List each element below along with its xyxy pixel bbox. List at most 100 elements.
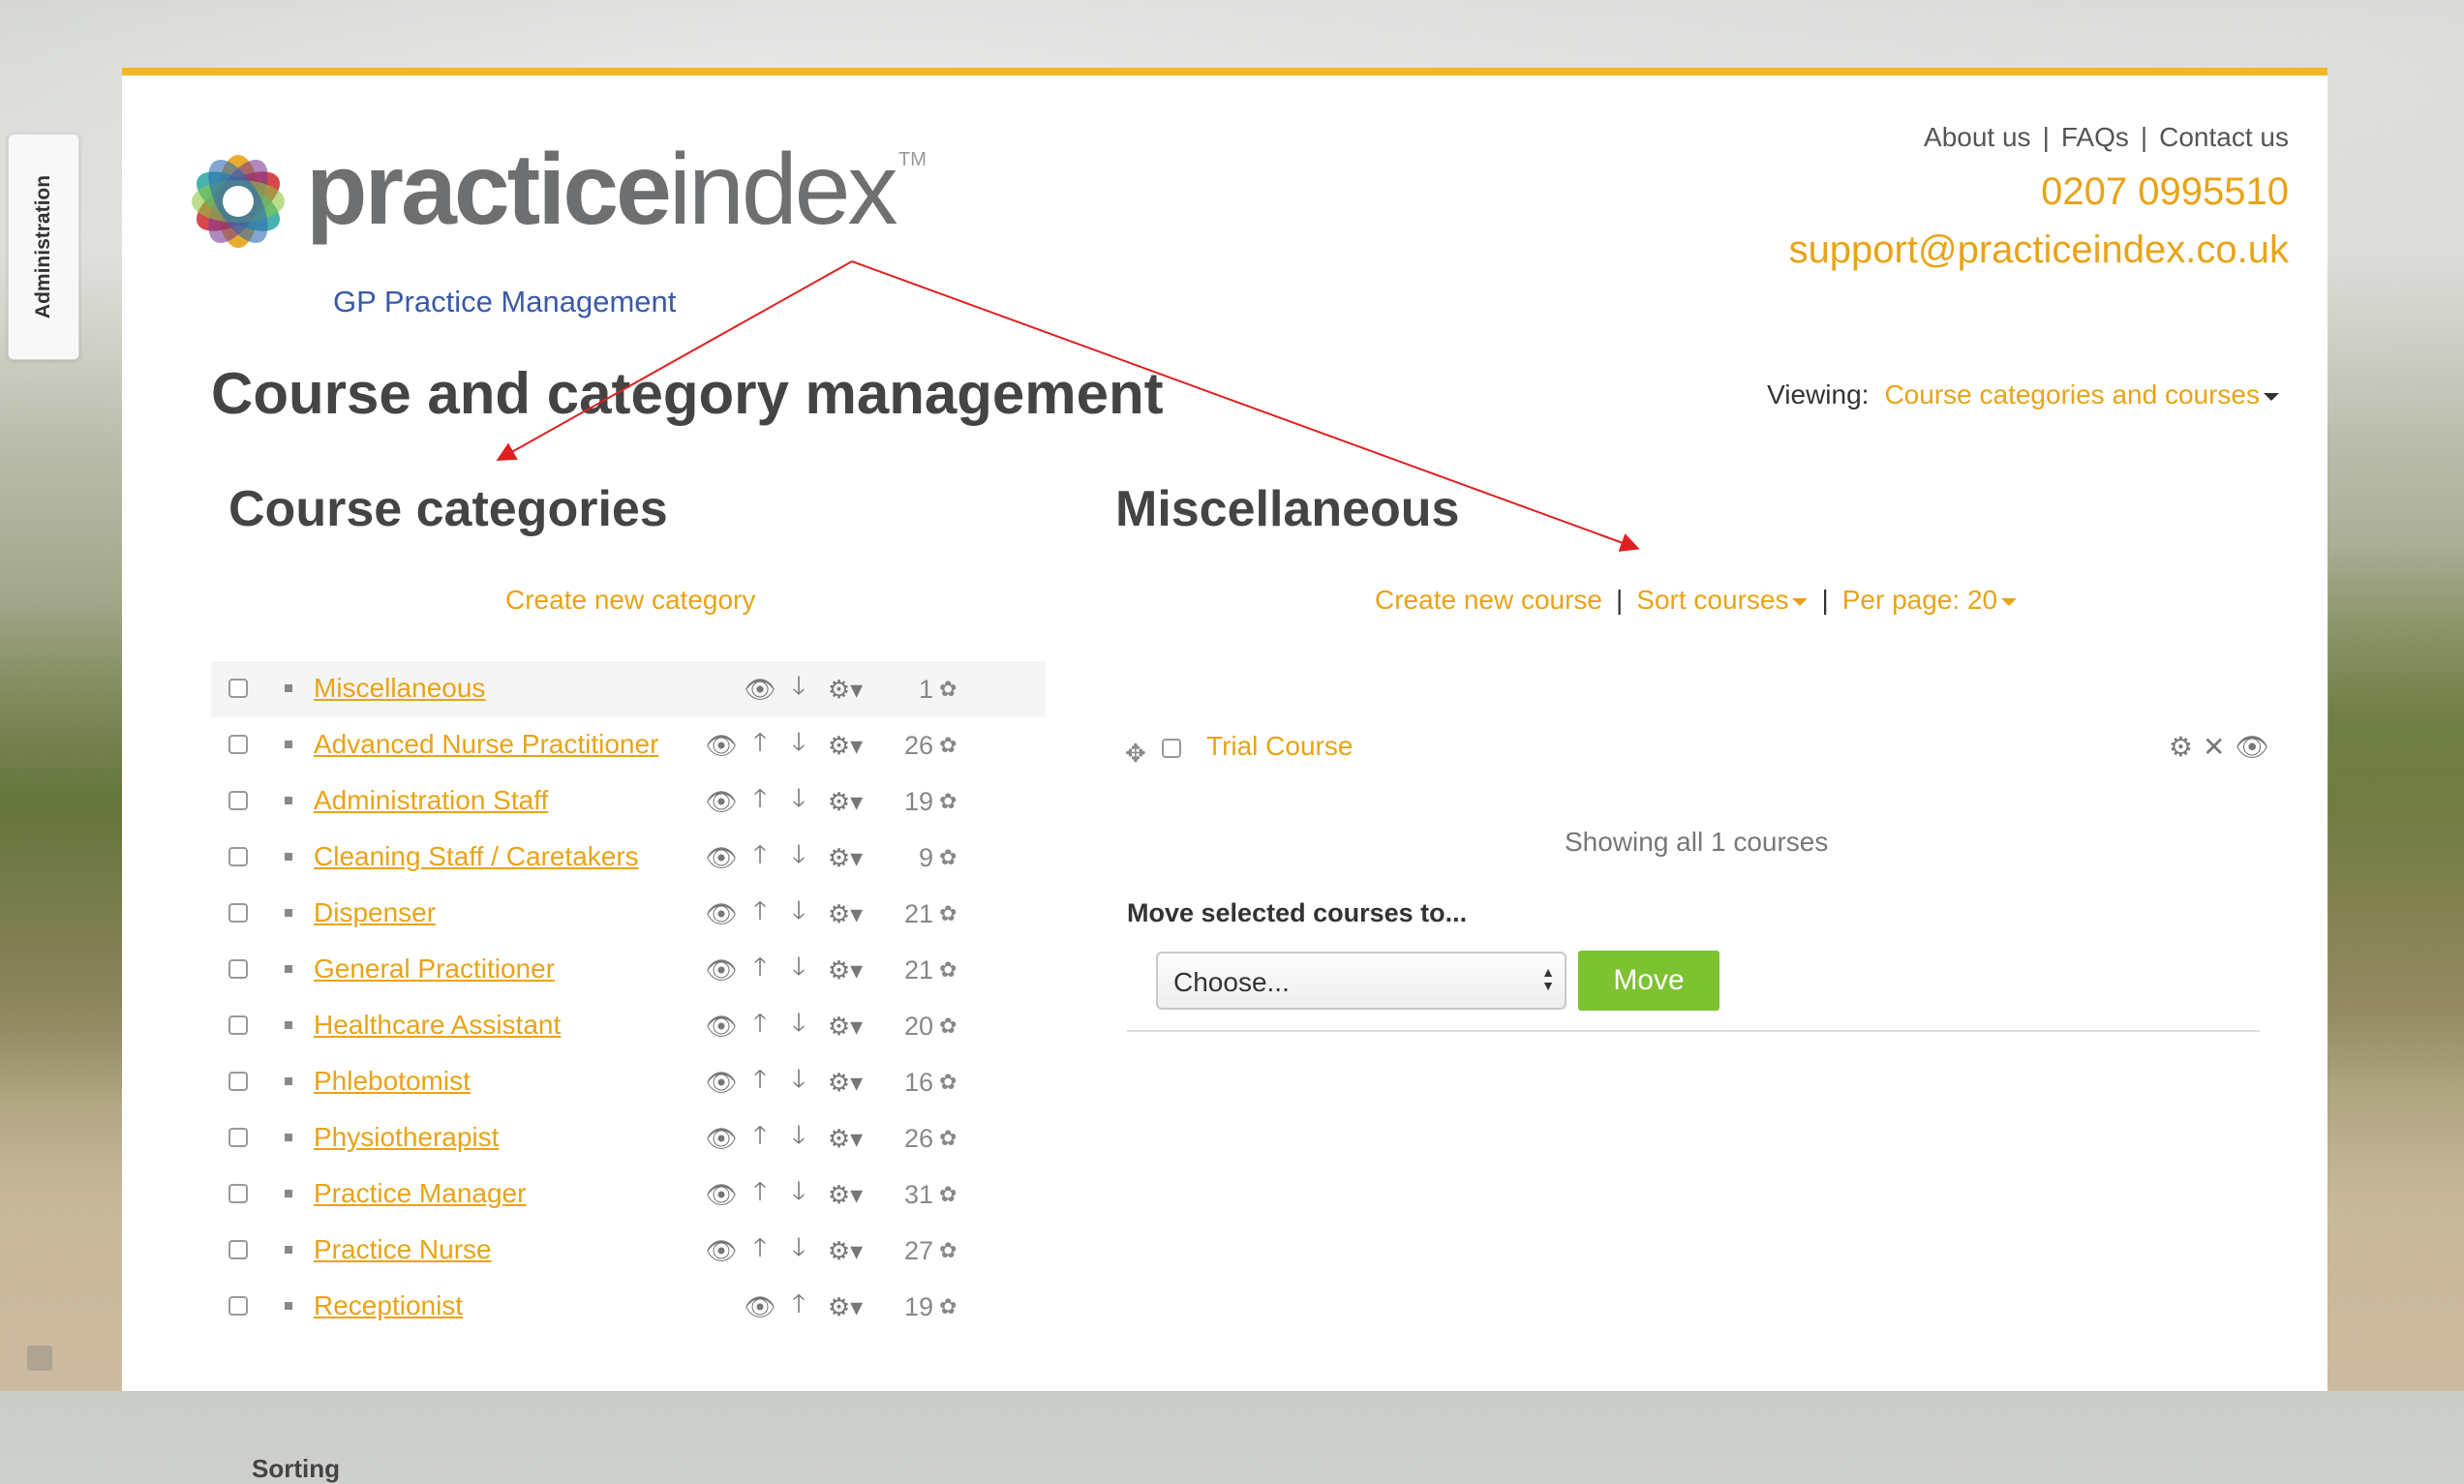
create-course-link[interactable]: Create new course: [1375, 585, 1602, 615]
eye-icon[interactable]: 👁: [706, 1068, 738, 1097]
arrow-down-icon[interactable]: 🡓: [784, 671, 813, 704]
category-checkbox[interactable]: [228, 791, 248, 810]
eye-icon[interactable]: 👁: [745, 1292, 776, 1321]
per-page-dropdown[interactable]: Per page: 20: [1842, 585, 2018, 615]
arrow-down-icon[interactable]: 🡓: [784, 1176, 813, 1209]
about-us-link[interactable]: About us: [1924, 122, 2031, 152]
category-link[interactable]: General Practitioner: [314, 954, 555, 984]
create-category-link[interactable]: Create new category: [505, 585, 755, 616]
eye-icon[interactable]: 👁: [706, 843, 738, 872]
gear-icon[interactable]: ⚙: [2169, 732, 2203, 762]
arrow-up-icon[interactable]: 🡑: [745, 895, 775, 928]
arrow-down-icon[interactable]: 🡓: [784, 1008, 813, 1041]
arrow-up-icon[interactable]: 🡑: [745, 1064, 775, 1097]
delete-icon[interactable]: ✕: [2203, 732, 2235, 762]
cohort-icon[interactable]: ✿: [939, 1182, 964, 1207]
move-category-select[interactable]: Choose... ▲ ▼: [1156, 952, 1567, 1010]
category-link[interactable]: Healthcare Assistant: [314, 1010, 561, 1041]
arrow-up-icon[interactable]: 🡑: [745, 1232, 775, 1265]
category-checkbox[interactable]: [228, 903, 248, 923]
gear-menu-icon[interactable]: ⚙▾: [823, 1292, 867, 1321]
dock-icon[interactable]: [27, 1346, 52, 1371]
arrow-down-icon[interactable]: 🡓: [784, 839, 813, 872]
move-button[interactable]: Move: [1578, 951, 1719, 1011]
eye-icon[interactable]: 👁: [706, 955, 738, 984]
gear-menu-icon[interactable]: ⚙▾: [823, 731, 867, 760]
arrow-down-icon[interactable]: 🡓: [784, 727, 813, 760]
cohort-icon[interactable]: ✿: [939, 1126, 964, 1151]
gear-menu-icon[interactable]: ⚙▾: [823, 787, 867, 816]
category-checkbox[interactable]: [228, 1296, 248, 1316]
arrow-up-icon[interactable]: 🡑: [745, 1176, 775, 1209]
cohort-icon[interactable]: ✿: [939, 789, 964, 814]
support-email-link[interactable]: support@practiceindex.co.uk: [1789, 228, 2289, 272]
practiceindex-logo[interactable]: practiceindex TM GP Practice Management: [170, 132, 945, 318]
gear-menu-icon[interactable]: ⚙▾: [823, 1068, 867, 1097]
category-checkbox[interactable]: [228, 679, 248, 698]
category-checkbox[interactable]: [228, 1015, 248, 1035]
gear-menu-icon[interactable]: ⚙▾: [823, 675, 867, 704]
category-link[interactable]: Advanced Nurse Practitioner: [314, 729, 658, 760]
eye-icon[interactable]: 👁: [706, 1180, 738, 1209]
category-link[interactable]: Receptionist: [314, 1290, 463, 1321]
category-checkbox[interactable]: [228, 959, 248, 979]
category-checkbox[interactable]: [228, 1072, 248, 1091]
phone-number[interactable]: 0207 0995510: [2041, 170, 2289, 214]
category-link[interactable]: Miscellaneous: [314, 673, 485, 704]
category-checkbox[interactable]: [228, 847, 248, 866]
cohort-icon[interactable]: ✿: [939, 1070, 964, 1095]
arrow-down-icon[interactable]: 🡓: [784, 895, 813, 928]
eye-icon[interactable]: 👁: [745, 675, 776, 704]
arrow-up-icon[interactable]: 🡑: [745, 1120, 775, 1153]
arrow-up-icon[interactable]: 🡑: [745, 1008, 775, 1041]
category-checkbox[interactable]: [228, 735, 248, 754]
sort-courses-dropdown[interactable]: Sort courses: [1636, 585, 1809, 615]
eye-icon[interactable]: 👁: [706, 1236, 738, 1265]
gear-menu-icon[interactable]: ⚙▾: [823, 899, 867, 928]
cohort-icon[interactable]: ✿: [939, 733, 964, 758]
gear-menu-icon[interactable]: ⚙▾: [823, 1124, 867, 1153]
cohort-icon[interactable]: ✿: [939, 677, 964, 702]
category-link[interactable]: Physiotherapist: [314, 1122, 499, 1153]
gear-menu-icon[interactable]: ⚙▾: [823, 1180, 867, 1209]
category-link[interactable]: Practice Manager: [314, 1178, 526, 1209]
arrow-up-icon[interactable]: 🡑: [745, 727, 775, 760]
arrow-down-icon[interactable]: 🡓: [784, 1064, 813, 1097]
arrow-down-icon[interactable]: 🡓: [784, 952, 813, 984]
move-handle-icon[interactable]: ✥: [1125, 739, 1146, 769]
eye-icon[interactable]: 👁: [706, 1012, 738, 1041]
contact-us-link[interactable]: Contact us: [2159, 122, 2289, 152]
faqs-link[interactable]: FAQs: [2061, 122, 2129, 152]
gear-menu-icon[interactable]: ⚙▾: [823, 843, 867, 872]
arrow-up-icon[interactable]: 🡑: [784, 1288, 813, 1321]
cohort-icon[interactable]: ✿: [939, 845, 964, 870]
arrow-down-icon[interactable]: 🡓: [784, 1232, 813, 1265]
cohort-icon[interactable]: ✿: [939, 1294, 964, 1319]
category-checkbox[interactable]: [228, 1240, 248, 1259]
gear-menu-icon[interactable]: ⚙▾: [823, 1236, 867, 1265]
gear-menu-icon[interactable]: ⚙▾: [823, 955, 867, 984]
category-link[interactable]: Phlebotomist: [314, 1066, 471, 1097]
eye-icon[interactable]: 👁: [706, 899, 738, 928]
arrow-down-icon[interactable]: 🡓: [784, 1120, 813, 1153]
cohort-icon[interactable]: ✿: [939, 957, 964, 983]
viewing-dropdown[interactable]: Course categories and courses: [1884, 379, 2260, 409]
category-link[interactable]: Administration Staff: [314, 785, 548, 816]
category-checkbox[interactable]: [228, 1184, 248, 1203]
arrow-up-icon[interactable]: 🡑: [745, 839, 775, 872]
cohort-icon[interactable]: ✿: [939, 1014, 964, 1039]
eye-icon[interactable]: 👁: [706, 731, 738, 760]
category-link[interactable]: Dispenser: [314, 897, 436, 928]
arrow-up-icon[interactable]: 🡑: [745, 952, 775, 984]
gear-menu-icon[interactable]: ⚙▾: [823, 1012, 867, 1041]
category-checkbox[interactable]: [228, 1128, 248, 1147]
category-link[interactable]: Practice Nurse: [314, 1234, 492, 1265]
cohort-icon[interactable]: ✿: [939, 1238, 964, 1263]
category-link[interactable]: Cleaning Staff / Caretakers: [314, 841, 639, 872]
arrow-down-icon[interactable]: 🡓: [784, 783, 813, 816]
administration-tab[interactable]: Administration: [8, 134, 79, 360]
arrow-up-icon[interactable]: 🡑: [745, 783, 775, 816]
eye-icon[interactable]: 👁: [706, 1124, 738, 1153]
cohort-icon[interactable]: ✿: [939, 901, 964, 926]
course-link[interactable]: Trial Course: [1206, 731, 1353, 762]
